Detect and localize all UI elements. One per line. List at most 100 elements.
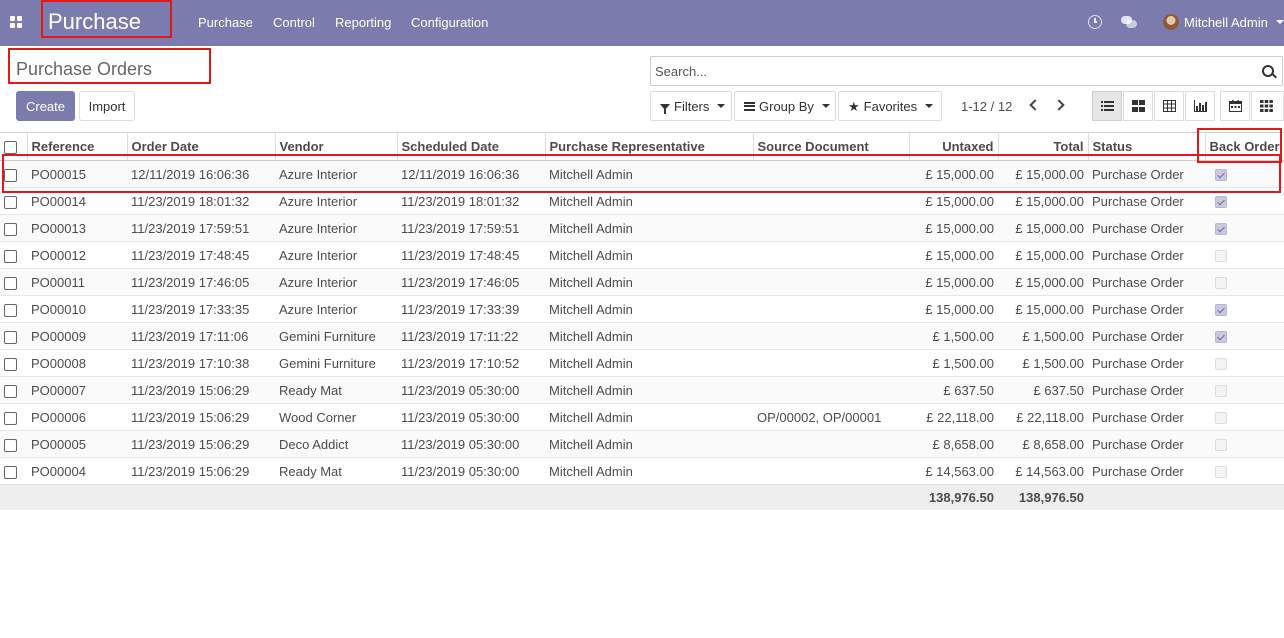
source-document-cell (753, 160, 909, 188)
column-reference[interactable]: Reference (26, 132, 127, 161)
row-checkbox[interactable] (4, 303, 17, 317)
search-input[interactable] (655, 62, 1245, 80)
pivot-view-icon (1163, 100, 1176, 112)
avatar[interactable] (1163, 14, 1179, 30)
table-row[interactable]: PO00008 11/23/2019 17:10:38 Gemini Furnitu… (0, 349, 1284, 377)
source-document-cell (753, 322, 909, 350)
table-row[interactable]: PO00007 11/23/2019 15:06:29 Ready Mat 11/23… (0, 376, 1284, 404)
row-checkbox[interactable] (4, 330, 17, 344)
order-date-cell: 11/23/2019 17:11:06 (127, 322, 275, 350)
order-date-cell: 11/23/2019 15:06:29 (127, 430, 275, 458)
total-cell: £ 15,000.00 (998, 241, 1088, 269)
column-order-date[interactable]: Order Date (126, 132, 275, 161)
favorites-button[interactable]: ★ Favorites (838, 91, 942, 121)
table-row[interactable]: PO00009 11/23/2019 17:11:06 Gemini Furnitu… (0, 322, 1284, 350)
group-by-label: Group By (759, 98, 814, 114)
back-order-cell (1205, 187, 1284, 215)
chat-icon[interactable] (1121, 16, 1137, 28)
group-by-button[interactable]: Group By (734, 91, 836, 121)
search-icon[interactable] (1262, 65, 1274, 77)
source-document-cell (753, 457, 909, 485)
graph-view-button[interactable] (1185, 91, 1215, 121)
column-scheduled-date[interactable]: Scheduled Date (396, 132, 545, 161)
back-order-cell (1205, 376, 1284, 404)
untaxed-total: 138,976.50 (909, 484, 998, 510)
column-vendor[interactable]: Vendor (274, 132, 397, 161)
status-cell: Purchase Order (1088, 376, 1205, 404)
back-order-cell (1205, 268, 1284, 296)
total-cell: £ 15,000.00 (998, 187, 1088, 215)
scheduled-date-cell: 11/23/2019 05:30:00 (397, 376, 545, 404)
row-checkbox[interactable] (4, 438, 17, 452)
filters-label: Filters (674, 98, 710, 114)
row-select-cell (0, 349, 27, 377)
column-total[interactable]: Total (997, 132, 1088, 161)
total-cell: £ 22,118.00 (998, 403, 1088, 431)
representative-cell: Mitchell Admin (545, 403, 753, 431)
total-cell: £ 15,000.00 (998, 214, 1088, 242)
table-row[interactable]: PO00015 12/11/2019 16:06:36 Azure Interior… (0, 160, 1284, 188)
menu-reporting[interactable]: Reporting (335, 15, 391, 30)
grid-view-button[interactable] (1251, 91, 1284, 121)
pager-value[interactable]: 1-12 / 12 (961, 99, 1012, 114)
app-title[interactable]: Purchase (48, 9, 141, 35)
menu-configuration[interactable]: Configuration (411, 15, 488, 30)
scheduled-date-cell: 11/23/2019 17:46:05 (397, 268, 545, 296)
purchase-orders-table: Reference Order Date Vendor Scheduled Da… (0, 132, 1284, 510)
scheduled-date-cell: 11/23/2019 17:10:52 (397, 349, 545, 377)
table-row[interactable]: PO00005 11/23/2019 15:06:29 Deco Addict 11/… (0, 430, 1284, 458)
pager-next-icon[interactable] (1053, 99, 1065, 111)
row-checkbox[interactable] (4, 411, 17, 425)
back-order-cell (1205, 349, 1284, 377)
row-checkbox[interactable] (4, 276, 17, 290)
user-menu-caret-icon[interactable] (1276, 20, 1284, 24)
row-checkbox[interactable] (4, 168, 17, 182)
table-row[interactable]: PO00012 11/23/2019 17:48:45 Azure Interior… (0, 241, 1284, 269)
create-button[interactable]: Create (16, 91, 75, 121)
row-checkbox[interactable] (4, 249, 17, 263)
scheduled-date-cell: 11/23/2019 17:11:22 (397, 322, 545, 350)
table-row[interactable]: PO00004 11/23/2019 15:06:29 Ready Mat 11/23… (0, 457, 1284, 485)
table-row[interactable]: PO00006 11/23/2019 15:06:29 Wood Corner 11/… (0, 403, 1284, 431)
import-button[interactable]: Import (79, 91, 135, 121)
source-document-cell (753, 349, 909, 377)
untaxed-cell: £ 15,000.00 (909, 214, 998, 242)
reference-cell: PO00005 (27, 430, 127, 458)
table-row[interactable]: PO00013 11/23/2019 17:59:51 Azure Interior… (0, 214, 1284, 242)
column-back-order[interactable]: Back Order (1204, 132, 1284, 161)
grand-total: 138,976.50 (998, 484, 1088, 510)
order-date-cell: 11/23/2019 17:33:35 (127, 295, 275, 323)
table-row[interactable]: PO00011 11/23/2019 17:46:05 Azure Interior… (0, 268, 1284, 296)
clock-icon[interactable] (1088, 15, 1102, 29)
menu-purchase[interactable]: Purchase (198, 15, 253, 30)
row-checkbox[interactable] (4, 357, 17, 371)
untaxed-cell: £ 8,658.00 (909, 430, 998, 458)
vendor-cell: Azure Interior (275, 241, 397, 269)
caret-down-icon (717, 104, 726, 108)
row-checkbox[interactable] (4, 222, 17, 236)
apps-icon[interactable] (10, 16, 22, 28)
row-checkbox[interactable] (4, 465, 17, 479)
calendar-view-button[interactable] (1220, 91, 1250, 121)
status-cell: Purchase Order (1088, 214, 1205, 242)
column-untaxed[interactable]: Untaxed (908, 132, 998, 161)
column-status[interactable]: Status (1087, 132, 1205, 161)
filters-button[interactable]: Filters (650, 91, 732, 121)
list-view-button[interactable] (1092, 91, 1122, 121)
user-name[interactable]: Mitchell Admin (1184, 15, 1268, 30)
column-purchase-representative[interactable]: Purchase Representative (544, 132, 753, 161)
order-date-cell: 11/23/2019 18:01:32 (127, 187, 275, 215)
kanban-view-button[interactable] (1123, 91, 1153, 121)
row-checkbox[interactable] (4, 195, 17, 209)
pivot-view-button[interactable] (1154, 91, 1184, 121)
table-row[interactable]: PO00014 11/23/2019 18:01:32 Azure Interior… (0, 187, 1284, 215)
select-all-checkbox[interactable] (4, 141, 17, 155)
reference-cell: PO00008 (27, 349, 127, 377)
row-checkbox[interactable] (4, 384, 17, 398)
table-row[interactable]: PO00010 11/23/2019 17:33:35 Azure Interior… (0, 295, 1284, 323)
pager-previous-icon[interactable] (1029, 99, 1041, 111)
menu-control[interactable]: Control (273, 15, 315, 30)
column-source-document[interactable]: Source Document (752, 132, 909, 161)
bars-icon (744, 101, 755, 111)
filter-icon (660, 104, 670, 114)
